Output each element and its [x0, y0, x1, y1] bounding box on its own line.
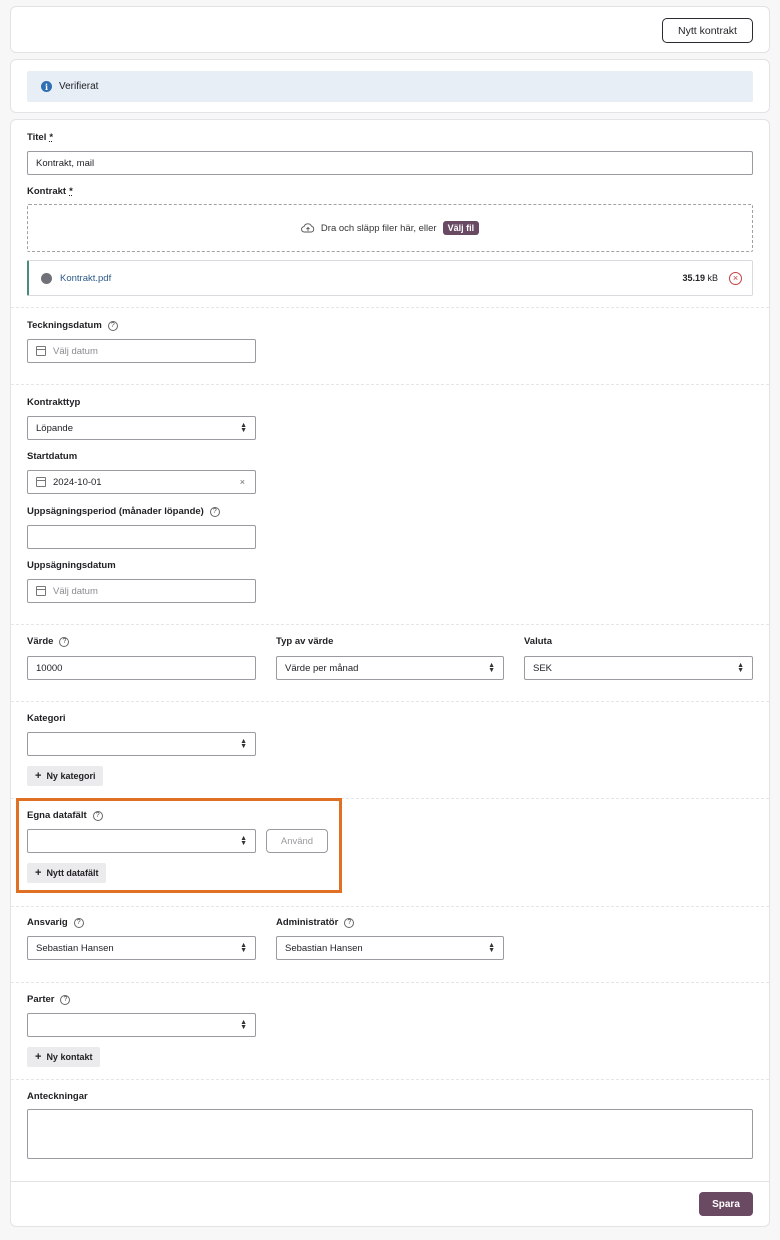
value-type-label: Typ av värde — [276, 636, 334, 647]
remove-file-icon[interactable]: × — [729, 271, 742, 285]
start-date-label: Startdatum — [27, 451, 78, 462]
section-divider — [11, 1181, 769, 1182]
custom-fields-select[interactable]: ▲ ▼ — [27, 829, 256, 853]
custom-fields-label: Egna datafält? — [27, 810, 103, 821]
currency-value: SEK — [533, 662, 553, 674]
notes-textarea[interactable] — [27, 1109, 753, 1159]
value-type-select[interactable]: Värde per månad ▲ ▼ — [276, 656, 504, 680]
notice-period-input[interactable] — [27, 525, 256, 549]
currency-label: Valuta — [524, 636, 552, 647]
dropzone-text: Dra och släpp filer här, eller — [320, 222, 437, 234]
contract-type-select[interactable]: Löpande ▲ ▼ — [27, 416, 256, 440]
section-divider — [11, 906, 769, 907]
help-icon[interactable]: ? — [60, 994, 71, 1005]
section-divider — [11, 982, 769, 983]
notice-period-label: Uppsägningsperiod (månader löpande)? — [27, 506, 220, 517]
select-arrows-icon: ▲ ▼ — [488, 942, 495, 954]
administrator-value: Sebastian Hansen — [285, 942, 363, 954]
file-status-icon — [41, 272, 52, 284]
info-icon: i — [41, 81, 52, 92]
calendar-icon — [36, 346, 46, 356]
plus-icon: + — [35, 1051, 42, 1063]
help-icon[interactable]: ? — [59, 636, 70, 647]
termination-date-input[interactable]: Välj datum — [27, 579, 256, 603]
select-arrows-icon: ▲ ▼ — [488, 662, 495, 674]
section-divider — [11, 1079, 769, 1080]
responsible-value: Sebastian Hansen — [36, 942, 114, 954]
section-divider — [11, 624, 769, 625]
new-category-button[interactable]: + Ny kategori — [27, 766, 104, 786]
title-label: Titel * — [27, 132, 54, 143]
notes-label: Anteckningar — [27, 1091, 88, 1102]
responsible-label: Ansvarig? — [27, 917, 84, 928]
contract-type-value: Löpande — [36, 422, 73, 434]
help-icon[interactable]: ? — [344, 917, 355, 928]
apply-custom-field-button[interactable]: Använd — [266, 829, 328, 853]
responsible-select[interactable]: Sebastian Hansen ▲ ▼ — [27, 936, 256, 960]
parties-select[interactable]: ▲ ▼ — [27, 1013, 256, 1037]
new-contact-button[interactable]: + Ny kontakt — [27, 1047, 101, 1067]
value-label: Värde? — [27, 636, 70, 647]
header-card: Nytt kontrakt — [10, 6, 770, 53]
signing-date-placeholder: Välj datum — [53, 345, 98, 357]
value-type-value: Värde per månad — [285, 662, 359, 674]
title-value: Kontrakt, mail — [36, 157, 95, 169]
calendar-icon — [36, 586, 46, 596]
section-divider — [11, 307, 769, 308]
select-arrows-icon: ▲ ▼ — [240, 1019, 247, 1031]
upload-cloud-icon — [301, 223, 315, 233]
help-icon[interactable]: ? — [209, 506, 220, 517]
help-icon[interactable]: ? — [107, 320, 118, 331]
start-date-value: 2024-10-01 — [53, 476, 102, 488]
select-arrows-icon: ▲ ▼ — [240, 422, 247, 434]
plus-icon: + — [35, 867, 42, 879]
plus-icon: + — [35, 770, 42, 782]
help-icon[interactable]: ? — [73, 917, 84, 928]
save-button[interactable]: Spara — [699, 1192, 753, 1216]
category-label: Kategori — [27, 713, 66, 724]
select-arrows-icon: ▲ ▼ — [240, 942, 247, 954]
signing-date-input[interactable]: Välj datum — [27, 339, 256, 363]
start-date-input[interactable]: 2024-10-01 × — [27, 470, 256, 494]
signing-date-label: Teckningsdatum? — [27, 320, 118, 331]
category-select[interactable]: ▲ ▼ — [27, 732, 256, 756]
file-dropzone[interactable]: Dra och släpp filer här, eller Välj fil — [27, 204, 753, 252]
administrator-select[interactable]: Sebastian Hansen ▲ ▼ — [276, 936, 504, 960]
value-value: 10000 — [36, 662, 63, 674]
termination-date-label: Uppsägningsdatum — [27, 560, 116, 571]
contract-type-label: Kontrakttyp — [27, 397, 81, 408]
title-input[interactable]: Kontrakt, mail — [27, 151, 753, 175]
file-name-link[interactable]: Kontrakt.pdf — [60, 273, 111, 284]
currency-select[interactable]: SEK ▲ ▼ — [524, 656, 753, 680]
new-contract-button[interactable]: Nytt kontrakt — [662, 18, 753, 43]
calendar-icon — [36, 477, 46, 487]
contract-label: Kontrakt * — [27, 186, 73, 197]
administrator-label: Administratör? — [276, 917, 355, 928]
file-size: 35.19 kB — [682, 273, 718, 283]
new-custom-field-button[interactable]: + Nytt datafält — [27, 863, 107, 883]
section-divider — [11, 701, 769, 702]
select-arrows-icon: ▲ ▼ — [737, 662, 744, 674]
contract-form: Titel * Kontrakt, mail Kontrakt * Dra och … — [10, 119, 770, 1227]
choose-file-button[interactable]: Välj fil — [442, 221, 480, 235]
status-card: i Verifierat — [10, 59, 770, 113]
verified-text: Verifierat — [59, 81, 99, 92]
select-arrows-icon: ▲ ▼ — [240, 835, 247, 847]
section-divider — [11, 384, 769, 385]
uploaded-file: Kontrakt.pdf 35.19 kB × — [27, 260, 753, 296]
help-icon[interactable]: ? — [92, 810, 103, 821]
select-arrows-icon: ▲ ▼ — [240, 738, 247, 750]
parties-label: Parter? — [27, 994, 71, 1005]
verified-alert: i Verifierat — [27, 71, 753, 102]
value-input[interactable]: 10000 — [27, 656, 256, 680]
clear-date-icon[interactable]: × — [240, 477, 245, 487]
termination-date-placeholder: Välj datum — [53, 585, 98, 597]
